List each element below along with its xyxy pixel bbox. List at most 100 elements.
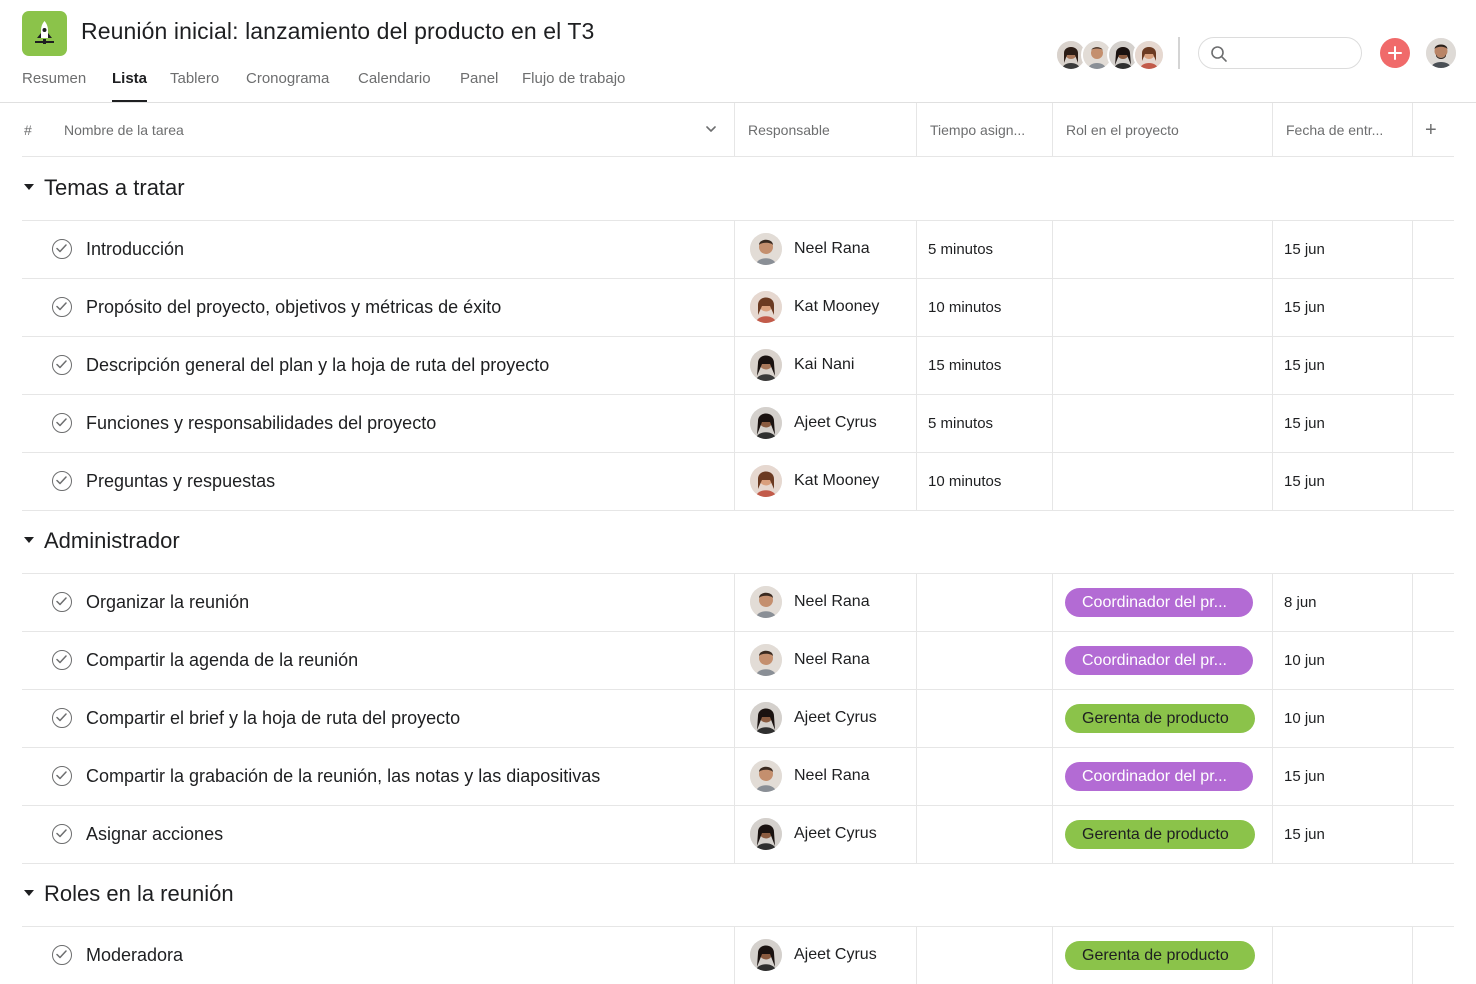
assignee-avatar [750,760,782,792]
time-allocated[interactable]: 5 minutos [928,415,993,432]
add-column-button[interactable]: + [1425,103,1437,157]
due-date[interactable]: 8 jun [1284,594,1317,611]
due-date[interactable]: 10 jun [1284,652,1325,669]
task-name[interactable]: Compartir la agenda de la reunión [86,650,358,671]
task-row[interactable]: Propósito del proyecto, objetivos y métr… [22,278,1454,336]
member-avatar [1133,39,1165,71]
column-due-date[interactable]: Fecha de entr... [1286,103,1383,157]
task-name[interactable]: Funciones y responsabilidades del proyec… [86,413,436,434]
tab-lista[interactable]: Lista [112,70,148,102]
time-allocated[interactable]: 10 minutos [928,473,1001,490]
complete-checkbox[interactable] [52,824,72,844]
complete-checkbox[interactable] [52,413,72,433]
column-number: # [24,122,32,138]
task-name[interactable]: Organizar la reunión [86,592,249,613]
task-name[interactable]: Descripción general del plan y la hoja d… [86,355,549,376]
task-name[interactable]: Compartir la grabación de la reunión, la… [86,766,600,787]
due-date[interactable]: 15 jun [1284,826,1325,843]
search-input[interactable] [1233,43,1357,65]
task-row[interactable]: Descripción general del plan y la hoja d… [22,336,1454,394]
role-tag[interactable]: Gerenta de producto [1065,941,1255,970]
assignee-name: Neel Rana [794,240,870,257]
rocket-icon [35,21,54,44]
task-row[interactable]: Moderadora Ajeet Cyrus Gerenta de producto [22,926,1454,984]
role-tag[interactable]: Gerenta de producto [1065,820,1255,849]
complete-checkbox[interactable] [52,355,72,375]
checkmark-icon [56,244,67,253]
column-divider [916,103,917,156]
task-name[interactable]: Asignar acciones [86,824,223,845]
time-allocated[interactable]: 5 minutos [928,241,993,258]
role-tag[interactable]: Coordinador del pr... [1065,646,1253,675]
project-members[interactable] [1055,39,1165,71]
tab-tablero[interactable]: Tablero [170,70,219,102]
time-allocated[interactable]: 10 minutos [928,299,1001,316]
task-name[interactable]: Propósito del proyecto, objetivos y métr… [86,297,501,318]
tab-calendario[interactable]: Calendario [358,70,431,102]
tab-cronograma[interactable]: Cronograma [246,70,329,102]
column-role[interactable]: Rol en el proyecto [1066,103,1179,157]
due-date[interactable]: 10 jun [1284,710,1325,727]
task-row[interactable]: Preguntas y respuestas Kat Mooney 10 minut… [22,452,1454,510]
task-name[interactable]: Preguntas y respuestas [86,471,275,492]
user-avatar[interactable] [1426,38,1456,68]
column-task-name[interactable]: Nombre de la tarea [64,103,184,157]
complete-checkbox[interactable] [52,239,72,259]
role-tag[interactable]: Coordinador del pr... [1065,762,1253,791]
caret-down-icon[interactable] [24,184,34,190]
complete-checkbox[interactable] [52,297,72,317]
complete-checkbox[interactable] [52,592,72,612]
due-date[interactable]: 15 jun [1284,241,1325,258]
assignee-avatar [750,586,782,618]
task-row[interactable]: Compartir el brief y la hoja de ruta del… [22,689,1454,747]
task-name[interactable]: Moderadora [86,945,183,966]
tab-panel[interactable]: Panel [460,70,498,102]
column-time[interactable]: Tiempo asign... [930,103,1025,157]
assignee-avatar [750,233,782,265]
caret-down-icon[interactable] [24,537,34,543]
due-date[interactable]: 15 jun [1284,768,1325,785]
task-row[interactable]: Compartir la agenda de la reunión Neel Ra… [22,631,1454,689]
task-row[interactable]: Introducción Neel Rana 5 minutos 15 jun [22,220,1454,278]
task-name[interactable]: Compartir el brief y la hoja de ruta del… [86,708,460,729]
due-date[interactable]: 15 jun [1284,299,1325,316]
tab-resumen[interactable]: Resumen [22,70,86,102]
search-box[interactable] [1198,37,1362,69]
add-button[interactable] [1380,38,1410,68]
checkmark-icon [56,360,67,369]
complete-checkbox[interactable] [52,945,72,965]
task-row[interactable]: Funciones y responsabilidades del proyec… [22,394,1454,452]
due-date[interactable]: 15 jun [1284,357,1325,374]
complete-checkbox[interactable] [52,766,72,786]
role-tag[interactable]: Coordinador del pr... [1065,588,1253,617]
column-divider [1412,103,1413,156]
caret-down-icon[interactable] [24,890,34,896]
assignee-name: Kai Nani [794,356,855,373]
checkmark-icon [56,771,67,780]
task-row[interactable]: Compartir la grabación de la reunión, la… [22,747,1454,805]
task-row[interactable]: Organizar la reunión Neel Rana Coordinador… [22,573,1454,631]
assignee-avatar [750,349,782,381]
tab-flujo-de-trabajo[interactable]: Flujo de trabajo [522,70,625,102]
role-tag[interactable]: Gerenta de producto [1065,704,1255,733]
due-date[interactable]: 15 jun [1284,415,1325,432]
column-assignee[interactable]: Responsable [748,103,830,157]
task-name[interactable]: Introducción [86,239,184,260]
assignee-avatar [750,702,782,734]
checkmark-icon [56,950,67,959]
complete-checkbox[interactable] [52,471,72,491]
assignee-name: Kat Mooney [794,472,880,489]
task-row[interactable]: Asignar acciones Ajeet Cyrus Gerenta de pr… [22,805,1454,863]
project-icon[interactable] [22,11,67,56]
complete-checkbox[interactable] [52,650,72,670]
chevron-down-icon[interactable] [704,122,718,138]
complete-checkbox[interactable] [52,708,72,728]
checkmark-icon [56,713,67,722]
checkmark-icon [56,476,67,485]
assignee-avatar [750,465,782,497]
assignee-name: Ajeet Cyrus [794,825,877,842]
assignee-name: Neel Rana [794,767,870,784]
due-date[interactable]: 15 jun [1284,473,1325,490]
assignee-avatar [750,818,782,850]
time-allocated[interactable]: 15 minutos [928,357,1001,374]
